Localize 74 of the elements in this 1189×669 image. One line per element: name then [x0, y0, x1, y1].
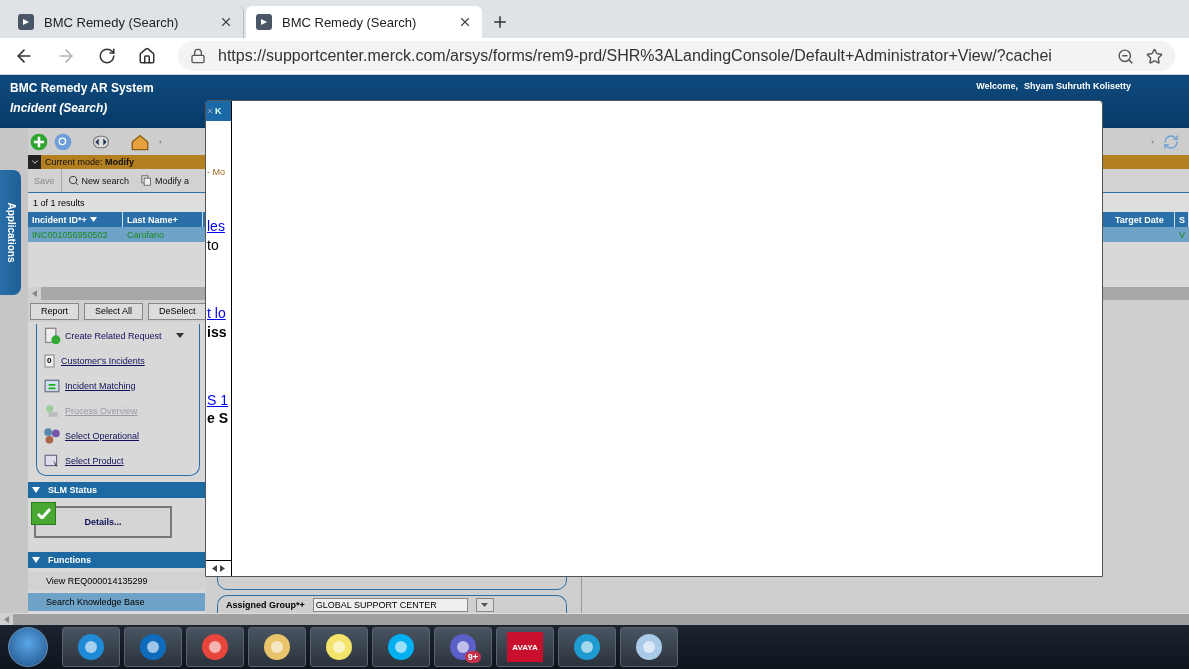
circle-icon: [572, 632, 602, 662]
lock-icon: [190, 48, 206, 64]
taskbar-button[interactable]: [62, 627, 120, 667]
sort-icon: [89, 217, 97, 222]
document-plus-icon: [43, 326, 61, 345]
collapse-icon[interactable]: [32, 487, 40, 493]
form-title: Incident (Search): [10, 101, 109, 115]
matching-icon: [43, 377, 61, 394]
table-button[interactable]: Select All: [84, 302, 144, 320]
table-cell-text: Carofano: [126, 228, 166, 242]
document-icon: [43, 351, 57, 370]
popup-title: K: [206, 101, 231, 121]
caret-icon[interactable]: [29, 157, 40, 167]
toolbar-action[interactable]: Modify a: [135, 169, 196, 192]
taskbar-button[interactable]: [372, 627, 430, 667]
dropdown-icon[interactable]: [475, 597, 494, 612]
function-link[interactable]: Incident Matching: [65, 380, 136, 391]
process-icon: [43, 402, 61, 419]
function-link[interactable]: Select Product: [65, 455, 124, 466]
mode-label: Current mode: Modify: [45, 157, 135, 167]
details-button[interactable]: Details...: [34, 505, 172, 538]
zoom-icon[interactable]: [1117, 47, 1134, 65]
function-link[interactable]: Select Operational: [65, 430, 140, 441]
welcome-label: Welcome,: [976, 81, 1018, 93]
taskbar-button[interactable]: 9+: [434, 627, 492, 667]
assigned-group-field[interactable]: GLOBAL SUPPORT CENTER: [312, 597, 468, 612]
browser-tab[interactable]: BMC Remedy (Search): [246, 6, 482, 38]
system-title: BMC Remedy AR System: [10, 81, 154, 95]
taskbar-button[interactable]: [558, 627, 616, 667]
close-icon[interactable]: [458, 15, 472, 29]
address-bar[interactable]: https://supportcenter.merck.com/arsys/forms/rem9-prd/SHR%3ALandingConsole/Default+Administrator+View/?cachei: [178, 41, 1175, 71]
table-cell-text: V: [1178, 228, 1186, 242]
text-fragment: to: [207, 237, 219, 253]
function-item[interactable]: Search Knowledge Base: [28, 593, 205, 611]
link-fragment[interactable]: les: [207, 218, 225, 234]
pages-icon: [141, 175, 153, 186]
avaya-logo: AVAYA: [507, 632, 543, 662]
taskbar-button[interactable]: [620, 627, 678, 667]
table-button[interactable]: DeSelect: [148, 302, 207, 320]
taskbar-button[interactable]: [310, 627, 368, 667]
text-fragment: e S: [207, 410, 228, 426]
toolbar-action[interactable]: New search: [61, 169, 136, 192]
taskbar-button[interactable]: [186, 627, 244, 667]
check-icon: [31, 502, 56, 525]
star-icon[interactable]: [1146, 47, 1163, 65]
page-icon: [256, 14, 272, 30]
table-cell-text: INC001056950502: [31, 228, 109, 242]
section-header[interactable]: SLM Status: [28, 482, 205, 498]
add-icon: [30, 132, 48, 151]
field-label: Assigned Group*+: [226, 599, 305, 610]
taskbar-button[interactable]: AVAYA: [496, 627, 554, 667]
function-item[interactable]: View REQ000014135299: [28, 572, 205, 590]
home-icon: [130, 132, 150, 151]
close-icon[interactable]: [219, 15, 233, 29]
page-icon: [18, 14, 34, 30]
taskbar-button[interactable]: [124, 627, 182, 667]
reload-icon[interactable]: [98, 47, 116, 65]
collapse-icon[interactable]: [32, 557, 40, 563]
link-fragment[interactable]: t lo: [207, 305, 226, 321]
user-name: Shyam Suhruth Kolisetty: [1024, 81, 1131, 93]
start-button[interactable]: [8, 627, 48, 667]
taskbar-button[interactable]: [248, 627, 306, 667]
function-link[interactable]: Customer's Incidents: [61, 355, 145, 366]
link-fragment[interactable]: S 1: [207, 392, 228, 408]
text-fragment: iss: [207, 324, 227, 340]
count-label: 0: [47, 355, 52, 365]
text-fragment: - Mo: [207, 167, 225, 177]
table-button[interactable]: Report: [30, 302, 79, 320]
dropdown-icon[interactable]: [175, 333, 184, 338]
product-icon: [43, 452, 61, 469]
applications-tab[interactable]: Applications: [0, 170, 21, 295]
home-icon[interactable]: [138, 47, 156, 65]
function-link[interactable]: Create Related Request: [65, 330, 162, 341]
section-header[interactable]: Functions: [28, 552, 205, 568]
